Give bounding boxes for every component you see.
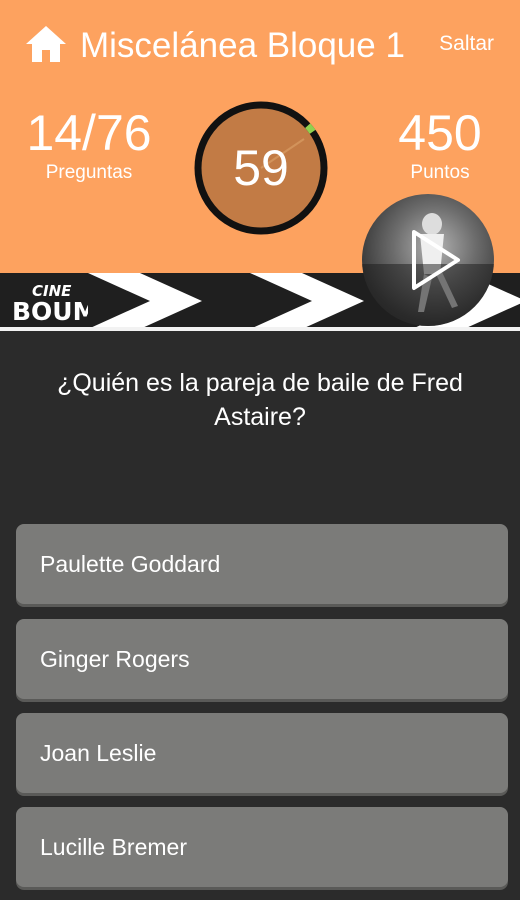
home-button[interactable] (24, 24, 68, 64)
answer-label: Joan Leslie (40, 740, 157, 766)
clapperboard-divider (0, 327, 520, 331)
answer-button[interactable]: Joan Leslie (16, 713, 508, 793)
questions-stat: 14/76 Preguntas (14, 104, 164, 184)
answer-button[interactable]: Ginger Rogers (16, 619, 508, 699)
page-title: Miscelánea Bloque 1 (80, 26, 405, 65)
answer-label: Paulette Goddard (40, 551, 221, 577)
answer-button[interactable]: Paulette Goddard (16, 524, 508, 604)
points-stat: 450 Puntos (380, 104, 500, 184)
questions-count: 14/76 (26, 105, 152, 161)
points-value: 450 (398, 105, 482, 161)
home-icon (26, 26, 66, 62)
points-label: Puntos (410, 162, 470, 183)
app-logo: CINE BOUM (10, 276, 98, 326)
answer-label: Lucille Bremer (40, 834, 187, 860)
skip-button[interactable]: Saltar (439, 30, 494, 58)
video-thumbnail[interactable] (362, 194, 494, 326)
svg-text:BOUM: BOUM (12, 297, 88, 326)
timer-value: 59 (233, 140, 289, 196)
question-text: ¿Quién es la pareja de baile de Fred Ast… (57, 369, 463, 431)
questions-label: Preguntas (45, 162, 133, 183)
answer-label: Ginger Rogers (40, 646, 190, 672)
countdown-timer: 59 (192, 99, 330, 237)
answer-button[interactable]: Lucille Bremer (16, 807, 508, 887)
